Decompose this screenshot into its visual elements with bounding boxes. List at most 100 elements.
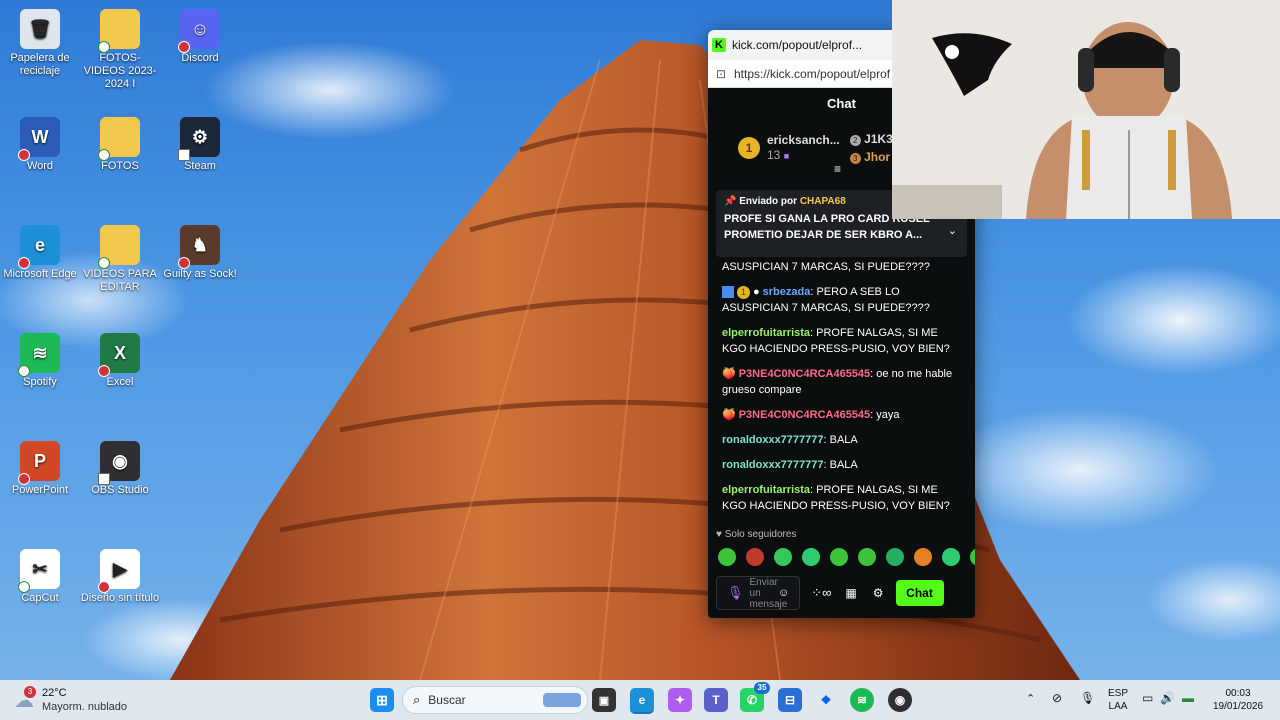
desktop-icon-label: VIDEOS PARA EDITAR	[83, 268, 157, 293]
chat-message[interactable]: ASUSPICIAN 7 MARCAS, SI PUEDE????	[708, 259, 975, 275]
chat-message-list: ASUSPICIAN 7 MARCAS, SI PUEDE???? 1 ● srbez…	[708, 259, 975, 523]
start-button[interactable]: ⊞	[370, 688, 394, 712]
search-box[interactable]: ⌕ Buscar	[402, 686, 588, 714]
desktop-icon-label: Discord	[181, 52, 219, 64]
desktop-icon[interactable]: ☺ Discord	[160, 5, 240, 65]
desktop-icon[interactable]: ♞ Guilty as Sock!	[160, 221, 240, 281]
desktop-icon[interactable]: 🗑 Papelera de reciclaje	[0, 5, 80, 78]
edge-taskbar-icon[interactable]: e	[630, 688, 654, 714]
chat-send-button[interactable]: Chat	[895, 580, 944, 606]
display-icon[interactable]: ▭	[1142, 691, 1153, 705]
store-taskbar-icon[interactable]: ⊟	[778, 688, 802, 712]
emote-icon[interactable]	[886, 548, 904, 566]
desktop-icon[interactable]: ⚙ Steam	[160, 113, 240, 173]
volume-icon[interactable]: 🔊	[1160, 691, 1175, 705]
dropbox-icon[interactable]: ❖	[814, 688, 838, 712]
battery-icon[interactable]: ▬	[1182, 691, 1194, 705]
chat-username[interactable]: elperrofuitarrista	[722, 484, 810, 496]
emote-icon[interactable]	[858, 548, 876, 566]
emote-icon[interactable]	[970, 548, 975, 566]
desktop-icon[interactable]: ≋ Spotify	[0, 329, 80, 389]
weather-widget[interactable]: ☁ 3 22°C Mayorm. nublado	[14, 685, 127, 714]
emote-icon[interactable]	[718, 548, 736, 566]
chat-message[interactable]: elperrofuitarrista: PROFE NALGAS, SI ME …	[708, 482, 975, 514]
chat-username[interactable]: P3NE4C0NC4RCA465545	[739, 409, 870, 421]
chat-message-text: : BALA	[823, 434, 858, 446]
peach-badge-icon: 🍑	[722, 368, 736, 380]
desktop-icon[interactable]: VIDEOS PARA EDITAR	[80, 221, 160, 294]
leaderboard-item-2[interactable]: 2 J1K3 3 Jhor	[849, 130, 893, 166]
language-bottom: LAA	[1108, 701, 1128, 712]
whatsapp-badge: 35	[754, 682, 770, 694]
infinity-icon[interactable]: ⁘∞	[811, 585, 831, 601]
sync-error-icon	[18, 473, 30, 485]
recycle-bin-icon: 🗑	[20, 9, 60, 49]
webcam-overlay	[892, 0, 1280, 219]
synced-icon	[98, 41, 110, 53]
desktop-icon-label: FOTOS	[101, 160, 139, 172]
task-view-icon[interactable]: ▣	[592, 688, 616, 712]
emote-icon[interactable]	[774, 548, 792, 566]
language-indicator[interactable]: ESP LAA	[1108, 687, 1128, 713]
chat-username[interactable]: srbezada	[763, 286, 811, 298]
followers-only-label: Solo seguidores	[724, 529, 797, 540]
spotify-taskbar-icon[interactable]: ≋	[850, 688, 874, 712]
desktop-icon[interactable]: ✂ CapCut	[0, 545, 80, 605]
emote-icon[interactable]	[830, 548, 848, 566]
microphone-tray-icon[interactable]: 🎙	[1080, 691, 1095, 705]
chat-message[interactable]: ronaldoxxx7777777: BALA	[708, 432, 975, 448]
synced-icon	[18, 365, 30, 377]
emote-icon[interactable]	[942, 548, 960, 566]
leaderboard-item-1[interactable]: ericksanch... 13 ■	[767, 133, 840, 164]
emoji-icon[interactable]: ☺	[778, 587, 789, 599]
emote-icon[interactable]	[746, 548, 764, 566]
weather-badge: 3	[24, 685, 36, 698]
chat-username[interactable]: elperrofuitarrista	[722, 327, 810, 339]
whatsapp-icon[interactable]: ✆ 35	[740, 682, 770, 712]
microphone-icon[interactable]: 🎙	[727, 585, 744, 601]
settings-gear-icon[interactable]: ⚙	[873, 586, 884, 600]
copilot-icon[interactable]: ✦	[668, 688, 692, 712]
clock[interactable]: 00:03 19/01/2026	[1210, 687, 1266, 713]
desktop-icon[interactable]: P PowerPoint	[0, 437, 80, 497]
obs-taskbar-icon[interactable]: ◉	[888, 688, 912, 712]
desktop-icon[interactable]: FOTOS- VIDEOS 2023-2024 I	[80, 5, 160, 91]
webcam-image	[892, 0, 1280, 219]
desktop-icon-label: Word	[26, 160, 54, 172]
desktop-icon-label: OBS Studio	[91, 484, 149, 496]
shortcut-arrow-icon	[178, 149, 190, 161]
followers-only-indicator: ♥ Solo seguidores	[716, 529, 796, 540]
desktop-icon-label: Excel	[106, 376, 134, 388]
url-text[interactable]: https://kick.com/popout/elprof	[734, 67, 890, 81]
cloud-icon: ☁ 3	[14, 685, 36, 712]
show-hidden-icons-chevron[interactable]: ⌃	[1026, 692, 1035, 705]
sync-error-icon	[98, 581, 110, 593]
desktop-icon[interactable]: X Excel	[80, 329, 160, 389]
page-info-icon[interactable]: ⊡	[708, 67, 734, 81]
chat-username[interactable]: P3NE4C0NC4RCA465545	[739, 368, 870, 380]
pin-icon: 📌	[724, 196, 737, 207]
chat-message[interactable]: 🍑 P3NE4C0NC4RCA465545: oe no me hable gru…	[708, 366, 975, 398]
chat-username[interactable]: ronaldoxxx7777777	[722, 434, 824, 446]
chat-message[interactable]: 🍑 P3NE4C0NC4RCA465545: yaya	[708, 407, 975, 423]
network-tray-icon[interactable]: ⊘	[1052, 691, 1062, 705]
desktop-icon[interactable]: e Microsoft Edge	[0, 221, 80, 281]
desktop-icon-label: Spotify	[23, 376, 57, 388]
desktop-icon[interactable]: ▶ Diseño sin título	[80, 545, 160, 605]
store-icon[interactable]: ▦	[845, 586, 856, 600]
desktop-icon-label: Steam	[184, 160, 216, 172]
teams-icon[interactable]: T	[704, 688, 728, 712]
desktop-icon[interactable]: ◉ OBS Studio	[80, 437, 160, 497]
chat-message[interactable]: 1 ● srbezada: PERO A SEB LO ASUSPICIAN 7 M…	[708, 284, 975, 316]
desktop-icon[interactable]: FOTOS	[80, 113, 160, 173]
desktop-icon-label: FOTOS- VIDEOS 2023-2024 I	[83, 52, 157, 90]
collapse-leaderboard-icon[interactable]: ≡	[834, 162, 841, 176]
chevron-down-icon[interactable]: ⌄	[948, 224, 957, 237]
chat-username[interactable]: ronaldoxxx7777777	[722, 459, 824, 471]
search-icon: ⌕	[413, 692, 421, 707]
emote-icon[interactable]	[914, 548, 932, 566]
desktop-icon[interactable]: W Word	[0, 113, 80, 173]
emote-icon[interactable]	[802, 548, 820, 566]
chat-message[interactable]: elperrofuitarrista: PROFE NALGAS, SI ME …	[708, 325, 975, 357]
chat-message[interactable]: ronaldoxxx7777777: BALA	[708, 457, 975, 473]
